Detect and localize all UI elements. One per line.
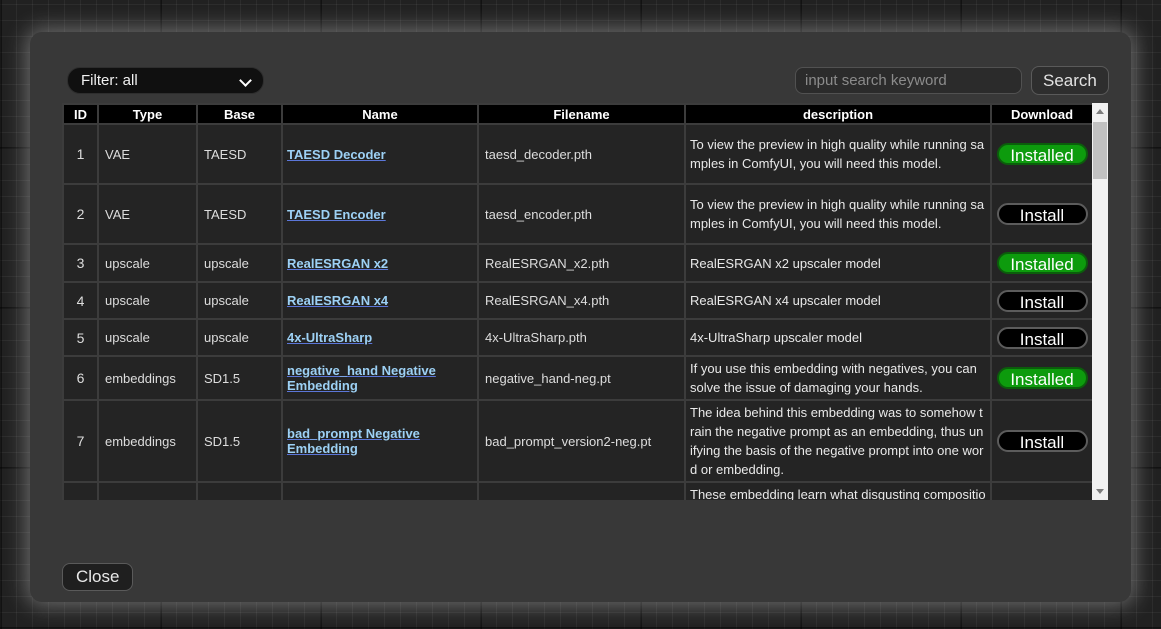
- table-row: 7 embeddings SD1.5 bad_prompt Negative E…: [63, 400, 1092, 482]
- cell-name: 4x-UltraSharp: [282, 319, 478, 356]
- cell-name: [282, 482, 478, 500]
- column-header: Download: [991, 104, 1092, 124]
- cell-id: 2: [63, 184, 98, 244]
- model-name-link[interactable]: TAESD Encoder: [287, 207, 386, 222]
- close-button[interactable]: Close: [62, 563, 133, 591]
- cell-filename: bad_prompt_version2-neg.pt: [478, 400, 685, 482]
- models-table-area: IDTypeBaseNameFilenamedescriptionDownloa…: [62, 103, 1108, 500]
- cell-description: RealESRGAN x2 upscaler model: [685, 244, 991, 282]
- table-row: 1 VAE TAESD TAESD Decoder taesd_decoder.…: [63, 124, 1092, 184]
- install-button[interactable]: Install: [997, 203, 1088, 225]
- search-input[interactable]: [795, 67, 1022, 94]
- scroll-down-icon[interactable]: [1096, 489, 1104, 494]
- filter-dropdown-wrap: Filter: all: [67, 67, 264, 94]
- cell-filename: 4x-UltraSharp.pth: [478, 319, 685, 356]
- table-row: 4 upscale upscale RealESRGAN x4 RealESRG…: [63, 282, 1092, 319]
- installed-button[interactable]: Installed: [997, 143, 1088, 165]
- cell-name: RealESRGAN x4: [282, 282, 478, 319]
- cell-type: embeddings: [98, 356, 197, 400]
- table-header-row: IDTypeBaseNameFilenamedescriptionDownloa…: [63, 104, 1092, 124]
- table-row: These embedding learn what disgusting co…: [63, 482, 1092, 500]
- model-name-link[interactable]: 4x-UltraSharp: [287, 330, 372, 345]
- table-row: 3 upscale upscale RealESRGAN x2 RealESRG…: [63, 244, 1092, 282]
- search-button[interactable]: Search: [1031, 66, 1109, 95]
- cell-id: 1: [63, 124, 98, 184]
- cell-download: Install: [991, 319, 1092, 356]
- table-row: 6 embeddings SD1.5 negative_hand Negativ…: [63, 356, 1092, 400]
- table-scrollbar[interactable]: [1092, 103, 1108, 500]
- table-row: 2 VAE TAESD TAESD Encoder taesd_encoder.…: [63, 184, 1092, 244]
- cell-description: If you use this embedding with negatives…: [685, 356, 991, 400]
- models-table-clip: IDTypeBaseNameFilenamedescriptionDownloa…: [62, 103, 1092, 500]
- cell-base: upscale: [197, 244, 282, 282]
- cell-type: upscale: [98, 319, 197, 356]
- cell-description: 4x-UltraSharp upscaler model: [685, 319, 991, 356]
- cell-filename: taesd_decoder.pth: [478, 124, 685, 184]
- cell-id: [63, 482, 98, 500]
- cell-name: bad_prompt Negative Embedding: [282, 400, 478, 482]
- cell-type: VAE: [98, 124, 197, 184]
- installed-button[interactable]: Installed: [997, 252, 1088, 274]
- scrollbar-thumb[interactable]: [1093, 122, 1107, 179]
- cell-id: 3: [63, 244, 98, 282]
- model-name-link[interactable]: bad_prompt Negative Embedding: [287, 426, 420, 456]
- column-header: Name: [282, 104, 478, 124]
- cell-download: [991, 482, 1092, 500]
- cell-type: upscale: [98, 244, 197, 282]
- cell-base: SD1.5: [197, 400, 282, 482]
- cell-name: TAESD Encoder: [282, 184, 478, 244]
- cell-description: RealESRGAN x4 upscaler model: [685, 282, 991, 319]
- cell-filename: RealESRGAN_x4.pth: [478, 282, 685, 319]
- filter-dropdown[interactable]: Filter: all: [67, 67, 264, 94]
- column-header: Base: [197, 104, 282, 124]
- cell-type: [98, 482, 197, 500]
- install-button[interactable]: Install: [997, 430, 1088, 452]
- models-table: IDTypeBaseNameFilenamedescriptionDownloa…: [62, 103, 1092, 500]
- cell-base: TAESD: [197, 124, 282, 184]
- cell-name: RealESRGAN x2: [282, 244, 478, 282]
- cell-id: 7: [63, 400, 98, 482]
- cell-download: Install: [991, 400, 1092, 482]
- install-button[interactable]: Install: [997, 290, 1088, 312]
- column-header: ID: [63, 104, 98, 124]
- cell-id: 4: [63, 282, 98, 319]
- cell-description: To view the preview in high quality whil…: [685, 124, 991, 184]
- cell-description: These embedding learn what disgusting co…: [685, 482, 991, 500]
- cell-type: embeddings: [98, 400, 197, 482]
- table-row: 5 upscale upscale 4x-UltraSharp 4x-Ultra…: [63, 319, 1092, 356]
- model-manager-dialog: Filter: all Search IDTypeBaseNameFilenam…: [30, 32, 1131, 602]
- model-name-link[interactable]: negative_hand Negative Embedding: [287, 363, 436, 393]
- cell-filename: negative_hand-neg.pt: [478, 356, 685, 400]
- cell-base: upscale: [197, 282, 282, 319]
- cell-base: upscale: [197, 319, 282, 356]
- cell-filename: RealESRGAN_x2.pth: [478, 244, 685, 282]
- cell-id: 5: [63, 319, 98, 356]
- cell-download: Installed: [991, 124, 1092, 184]
- installed-button[interactable]: Installed: [997, 367, 1088, 389]
- cell-type: upscale: [98, 282, 197, 319]
- cell-name: TAESD Decoder: [282, 124, 478, 184]
- model-name-link[interactable]: RealESRGAN x2: [287, 256, 388, 271]
- cell-id: 6: [63, 356, 98, 400]
- column-header: Type: [98, 104, 197, 124]
- column-header: Filename: [478, 104, 685, 124]
- column-header: description: [685, 104, 991, 124]
- model-name-link[interactable]: TAESD Decoder: [287, 147, 386, 162]
- cell-description: The idea behind this embedding was to so…: [685, 400, 991, 482]
- scroll-up-icon[interactable]: [1096, 109, 1104, 114]
- cell-base: TAESD: [197, 184, 282, 244]
- cell-download: Installed: [991, 244, 1092, 282]
- cell-download: Installed: [991, 356, 1092, 400]
- cell-filename: taesd_encoder.pth: [478, 184, 685, 244]
- cell-name: negative_hand Negative Embedding: [282, 356, 478, 400]
- cell-filename: [478, 482, 685, 500]
- cell-base: SD1.5: [197, 356, 282, 400]
- cell-download: Install: [991, 282, 1092, 319]
- cell-base: [197, 482, 282, 500]
- cell-type: VAE: [98, 184, 197, 244]
- model-name-link[interactable]: RealESRGAN x4: [287, 293, 388, 308]
- cell-download: Install: [991, 184, 1092, 244]
- cell-description: To view the preview in high quality whil…: [685, 184, 991, 244]
- install-button[interactable]: Install: [997, 327, 1088, 349]
